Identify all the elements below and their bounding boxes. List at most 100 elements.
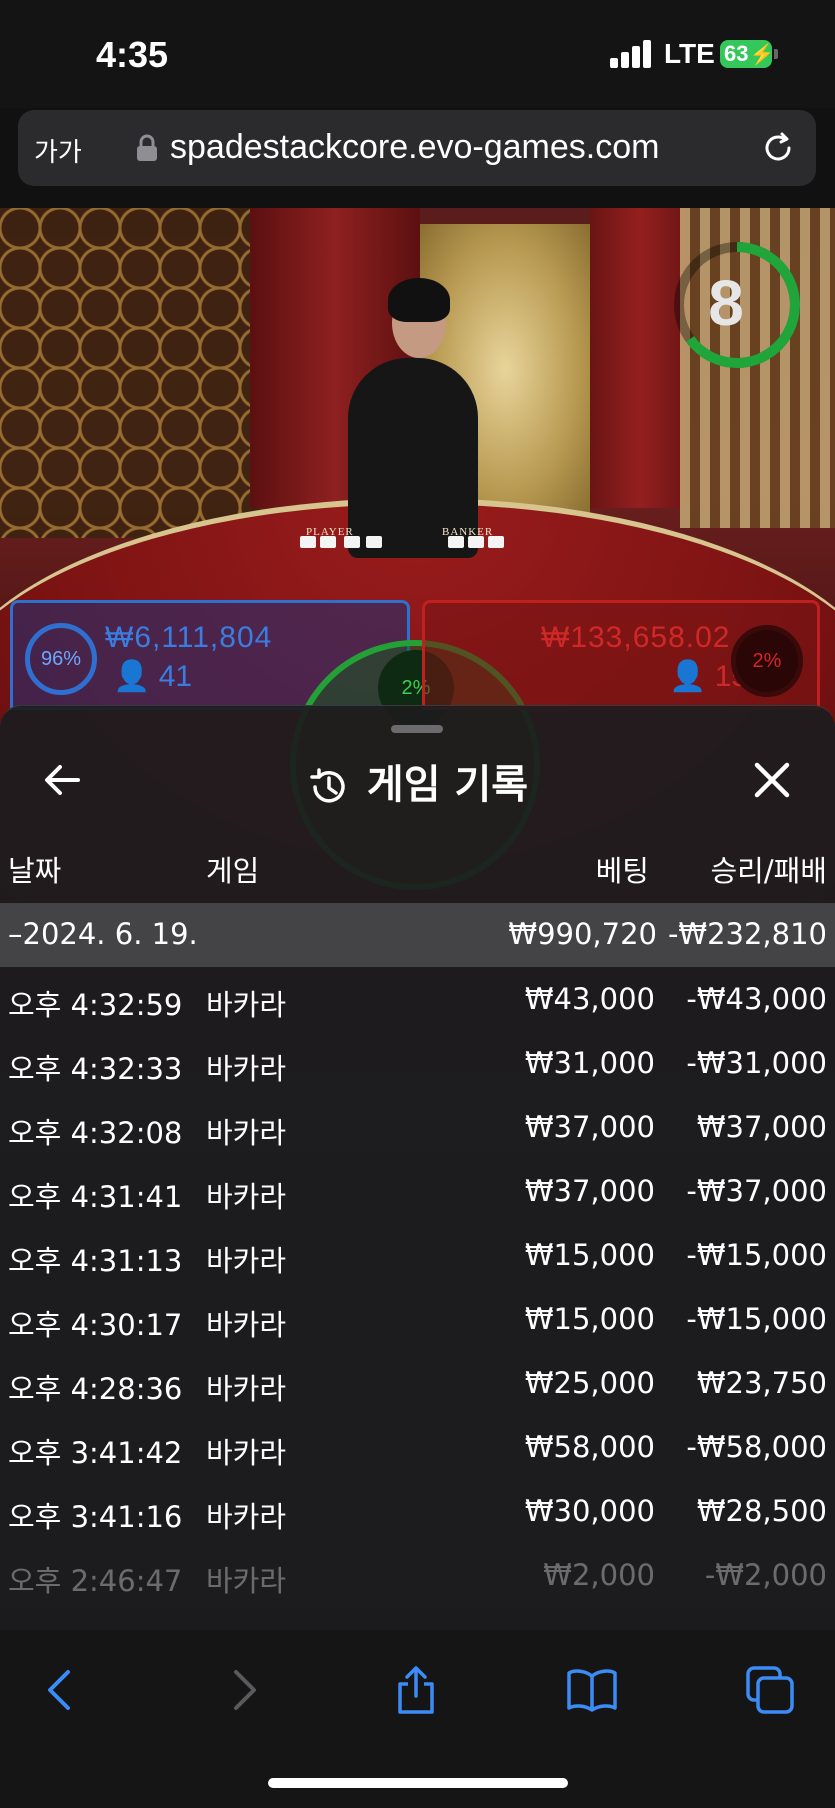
row-bet: ₩37,000 xyxy=(524,1174,655,1208)
history-row[interactable]: 오후 4:28:36 바카라 ₩25,000 ₩23,750 xyxy=(0,1352,835,1416)
row-game: 바카라 xyxy=(206,1116,287,1150)
row-result: -₩15,000 xyxy=(686,1302,827,1336)
home-indicator xyxy=(268,1778,568,1788)
user-icon: 👤 xyxy=(669,660,707,693)
history-row[interactable]: 오후 3:41:42 바카라 ₩58,000 -₩58,000 xyxy=(0,1416,835,1480)
row-result: ₩37,000 xyxy=(696,1110,827,1144)
row-bet: ₩2,000 xyxy=(543,1558,655,1592)
column-header-date: 날짜 xyxy=(8,854,62,888)
row-time: 오후 4:32:08 xyxy=(8,1116,183,1150)
close-icon[interactable] xyxy=(752,760,792,800)
row-time: 오후 4:32:33 xyxy=(8,1052,183,1086)
status-bar: 4:35 LTE 63 ⚡ xyxy=(0,0,835,108)
column-header-game: 게임 xyxy=(206,854,260,888)
player-amount: ₩6,111,804 xyxy=(105,621,273,654)
row-result: -₩31,000 xyxy=(686,1046,827,1080)
sheet-title: 게임 기록 xyxy=(366,762,529,808)
banker-bet-spot[interactable]: ₩133,658.02 👤 15 2% xyxy=(422,600,820,710)
row-result: -₩58,000 xyxy=(686,1430,827,1464)
history-row[interactable]: 오후 3:41:16 바카라 ₩30,000 ₩28,500 xyxy=(0,1480,835,1544)
history-row[interactable]: 오후 4:32:33 바카라 ₩31,000 -₩31,000 xyxy=(0,1032,835,1096)
row-game: 바카라 xyxy=(206,1180,287,1214)
chevron-right-icon[interactable] xyxy=(218,1664,270,1716)
summary-date: –2024. 6. 19. xyxy=(8,917,198,951)
row-bet: ₩25,000 xyxy=(524,1366,655,1400)
history-row[interactable]: 오후 4:31:13 바카라 ₩15,000 -₩15,000 xyxy=(0,1224,835,1288)
text-size-button[interactable]: 가가 xyxy=(34,132,82,169)
bookmarks-icon[interactable] xyxy=(566,1664,618,1716)
summary-result: -₩232,810 xyxy=(667,917,827,951)
url-text[interactable]: spadestackcore.evo-games.com xyxy=(170,128,659,167)
history-row[interactable]: 오후 4:32:59 바카라 ₩43,000 -₩43,000 xyxy=(0,968,835,1032)
row-result: ₩23,750 xyxy=(696,1366,827,1400)
row-bet: ₩31,000 xyxy=(524,1046,655,1080)
banker-card xyxy=(468,536,484,548)
user-icon: 👤 xyxy=(113,660,151,693)
network-type: LTE xyxy=(664,38,715,69)
row-game: 바카라 xyxy=(206,1052,287,1086)
address-bar[interactable]: 가가 spadestackcore.evo-games.com xyxy=(18,110,816,186)
player-card xyxy=(344,536,360,548)
player-count-row: 👤 41 xyxy=(113,659,192,694)
row-time: 오후 4:28:36 xyxy=(8,1372,183,1406)
share-icon[interactable] xyxy=(390,1664,442,1716)
row-result: ₩28,500 xyxy=(696,1494,827,1528)
browser-toolbar xyxy=(0,1630,835,1808)
history-icon xyxy=(310,768,345,803)
row-result: -₩37,000 xyxy=(686,1174,827,1208)
row-bet: ₩58,000 xyxy=(524,1430,655,1464)
banker-amount: ₩133,658.02 xyxy=(541,621,731,654)
player-count: 41 xyxy=(158,660,193,693)
status-time: 4:35 xyxy=(96,34,169,75)
date-summary-row[interactable]: –2024. 6. 19. ₩990,720 -₩232,810 xyxy=(0,903,835,967)
row-time: 오후 4:31:41 xyxy=(8,1180,183,1214)
row-bet: ₩37,000 xyxy=(524,1110,655,1144)
lock-icon xyxy=(137,134,157,161)
battery-tip xyxy=(774,49,778,59)
reload-icon[interactable] xyxy=(758,128,798,168)
player-card xyxy=(366,536,382,548)
column-header-bet: 베팅 xyxy=(595,854,649,888)
row-result: -₩43,000 xyxy=(686,982,827,1016)
row-bet: ₩15,000 xyxy=(524,1238,655,1272)
tabs-icon[interactable] xyxy=(744,1664,796,1716)
sheet-title-row: 게임 기록 xyxy=(0,752,835,810)
dealer-hair xyxy=(388,278,450,322)
row-game: 바카라 xyxy=(206,1436,287,1470)
row-time: 오후 3:41:42 xyxy=(8,1436,183,1470)
countdown-number: 8 xyxy=(708,267,744,339)
banker-card xyxy=(488,536,504,548)
row-bet: ₩43,000 xyxy=(524,982,655,1016)
row-time: 오후 2:46:47 xyxy=(8,1564,183,1598)
player-percent: 96% xyxy=(25,623,97,695)
row-time: 오후 3:41:16 xyxy=(8,1500,183,1534)
row-game: 바카라 xyxy=(206,1500,287,1534)
row-bet: ₩15,000 xyxy=(524,1302,655,1336)
signal-icon xyxy=(610,40,654,68)
history-row[interactable]: 오후 2:46:47 바카라 ₩2,000 -₩2,000 xyxy=(0,1544,835,1608)
banker-percent: 2% xyxy=(731,625,803,697)
gold-lattice-wall xyxy=(0,208,260,538)
history-row[interactable]: 오후 4:30:17 바카라 ₩15,000 -₩15,000 xyxy=(0,1288,835,1352)
row-time: 오후 4:30:17 xyxy=(8,1308,183,1342)
history-row[interactable]: 오후 4:31:41 바카라 ₩37,000 -₩37,000 xyxy=(0,1160,835,1224)
row-game: 바카라 xyxy=(206,1564,287,1598)
row-time: 오후 4:32:59 xyxy=(8,988,183,1022)
row-bet: ₩30,000 xyxy=(524,1494,655,1528)
banker-card xyxy=(448,536,464,548)
row-game: 바카라 xyxy=(206,1308,287,1342)
row-time: 오후 4:31:13 xyxy=(8,1244,183,1278)
column-header-result: 승리/패배 xyxy=(710,854,828,888)
row-game: 바카라 xyxy=(206,988,287,1022)
player-card xyxy=(300,536,316,548)
row-game: 바카라 xyxy=(206,1244,287,1278)
sheet-grabber[interactable] xyxy=(391,725,443,733)
player-card xyxy=(320,536,336,548)
row-game: 바카라 xyxy=(206,1372,287,1406)
history-row[interactable]: 오후 4:32:08 바카라 ₩37,000 ₩37,000 xyxy=(0,1096,835,1160)
chevron-left-icon[interactable] xyxy=(36,1664,88,1716)
game-history-sheet: 게임 기록 날짜 게임 베팅 승리/패배 –2024. 6. 19. ₩990,… xyxy=(0,705,835,1631)
row-result: -₩2,000 xyxy=(704,1558,827,1592)
battery-icon: 63 ⚡ xyxy=(720,40,774,68)
summary-bet: ₩990,720 xyxy=(508,917,657,951)
